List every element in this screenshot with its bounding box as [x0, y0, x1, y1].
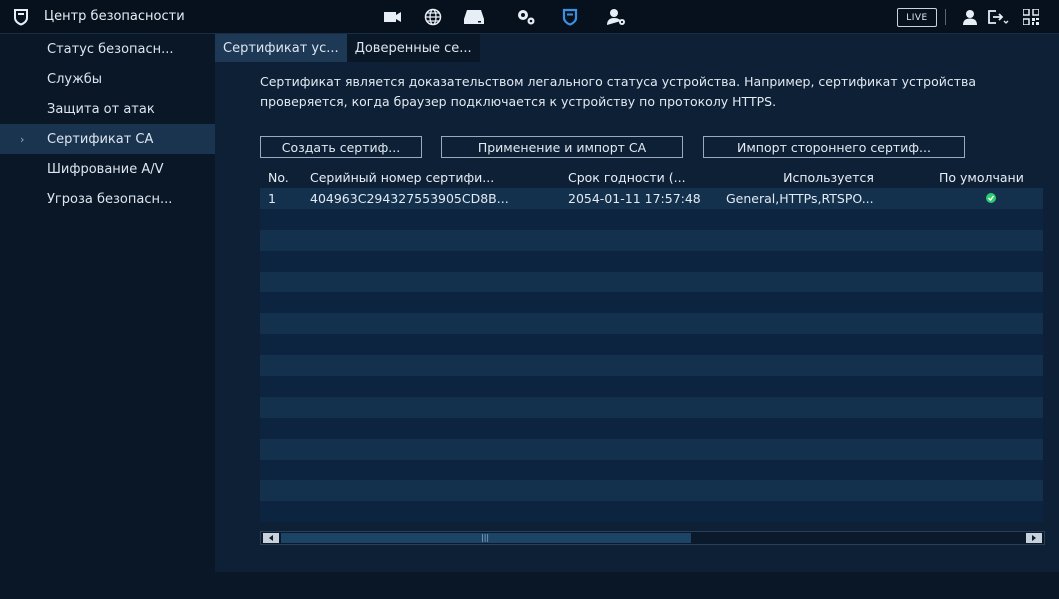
- table-row-empty: [260, 459, 1043, 481]
- cell-serial: 404963C294327553905CD8B...: [310, 190, 509, 206]
- col-header-default[interactable]: По умолчани: [931, 170, 1043, 185]
- sidebar-item-services[interactable]: Службы: [0, 64, 215, 94]
- security-shield-icon[interactable]: [555, 0, 585, 33]
- tab-device-certificate[interactable]: Сертификат ус...: [215, 34, 347, 62]
- sidebar-item-security-threat[interactable]: Угроза безопасн...: [0, 184, 215, 214]
- certificate-table: No. Серийный номер сертифи... Срок годно…: [260, 166, 1043, 548]
- table-row-empty: [260, 250, 1043, 272]
- check-circle-icon: [986, 193, 996, 204]
- live-button[interactable]: LIVE: [897, 8, 937, 27]
- description-text: Сертификат является доказательством лега…: [260, 74, 977, 109]
- table-row-empty: [260, 313, 1043, 335]
- table-row-empty: [260, 501, 1043, 523]
- logout-icon[interactable]: [983, 0, 1013, 33]
- cell-no: 1: [268, 190, 276, 206]
- table-row-empty: [260, 355, 1043, 377]
- table-row-empty: [260, 376, 1043, 397]
- tab-bar: Сертификат ус... Доверенные се...: [215, 34, 480, 62]
- col-header-expiry[interactable]: Срок годности (...: [558, 170, 716, 185]
- main-content: Сертификат ус... Доверенные се... Сертиф…: [215, 34, 1059, 599]
- scroll-left-arrow-icon[interactable]: [263, 533, 279, 543]
- col-header-serial[interactable]: Серийный номер сертифи...: [300, 170, 558, 185]
- table-row-empty: [260, 438, 1043, 460]
- col-header-no: No.: [268, 169, 289, 185]
- cell-expiry: 2054-01-11 17:57:48: [568, 190, 701, 206]
- user-icon[interactable]: [955, 0, 985, 33]
- chevron-right-icon: ›: [20, 132, 25, 146]
- sidebar-item-label: Статус безопасн...: [47, 41, 174, 57]
- sidebar-item-attack-protection[interactable]: Защита от атак: [0, 94, 215, 124]
- bottom-strip: [215, 572, 1059, 599]
- table-row-empty: [260, 334, 1043, 356]
- qr-code-icon[interactable]: [1016, 0, 1046, 33]
- app-title: Центр безопасности: [44, 9, 185, 24]
- import-third-party-button[interactable]: Импорт стороннего сертиф...: [703, 136, 965, 158]
- cell-used: General,HTTPs,RTSPO...: [726, 190, 874, 206]
- table-row-empty: [260, 417, 1043, 439]
- sidebar-item-ca-certificate[interactable]: › Сертификат CA: [0, 124, 215, 154]
- table-row-empty: [260, 480, 1043, 502]
- table-row-empty: [260, 208, 1043, 230]
- scrollbar-thumb[interactable]: |||: [281, 533, 691, 543]
- sidebar-item-label: Шифрование A/V: [47, 161, 164, 177]
- table-row-empty: [260, 292, 1043, 314]
- empty-rows: [260, 208, 1043, 523]
- network-globe-icon[interactable]: [418, 0, 448, 33]
- camera-icon[interactable]: [378, 0, 408, 33]
- settings-icon[interactable]: [511, 0, 541, 33]
- sidebar-item-av-encryption[interactable]: Шифрование A/V: [0, 154, 215, 184]
- sidebar-item-label: Защита от атак: [47, 101, 155, 117]
- sidebar-item-security-status[interactable]: Статус безопасн...: [0, 34, 215, 64]
- table-row-empty: [260, 229, 1043, 251]
- toolbar-divider: [945, 9, 946, 25]
- app-title-area: Центр безопасности: [10, 0, 185, 33]
- table-row-empty: [260, 271, 1043, 293]
- scrollbar-grip-icon: |||: [481, 533, 490, 542]
- shield-icon: [10, 6, 32, 28]
- user-settings-icon[interactable]: [602, 0, 632, 33]
- tab-trusted-certificates[interactable]: Доверенные се...: [346, 34, 480, 62]
- sidebar-item-label: Службы: [47, 71, 103, 87]
- scroll-right-arrow-icon[interactable]: [1026, 533, 1042, 543]
- cell-default: [931, 193, 1043, 204]
- create-certificate-button[interactable]: Создать сертиф...: [260, 136, 422, 158]
- sidebar-item-label: Сертификат CA: [47, 131, 154, 147]
- top-bar: Центр безопасности LIVE: [0, 0, 1059, 34]
- horizontal-scrollbar[interactable]: |||: [260, 531, 1045, 545]
- sidebar-item-label: Угроза безопасн...: [47, 191, 173, 207]
- table-header: No. Серийный номер сертифи... Срок годно…: [260, 166, 1043, 188]
- storage-icon[interactable]: [459, 0, 489, 33]
- table-row-empty: [260, 396, 1043, 418]
- apply-import-ca-button[interactable]: Применение и импорт CA: [441, 136, 683, 158]
- col-header-used[interactable]: Используется: [716, 170, 931, 185]
- sidebar: Статус безопасн... Службы Защита от атак…: [0, 34, 215, 599]
- table-row[interactable]: 1 404963C294327553905CD8B... 2054-01-11 …: [260, 188, 1043, 209]
